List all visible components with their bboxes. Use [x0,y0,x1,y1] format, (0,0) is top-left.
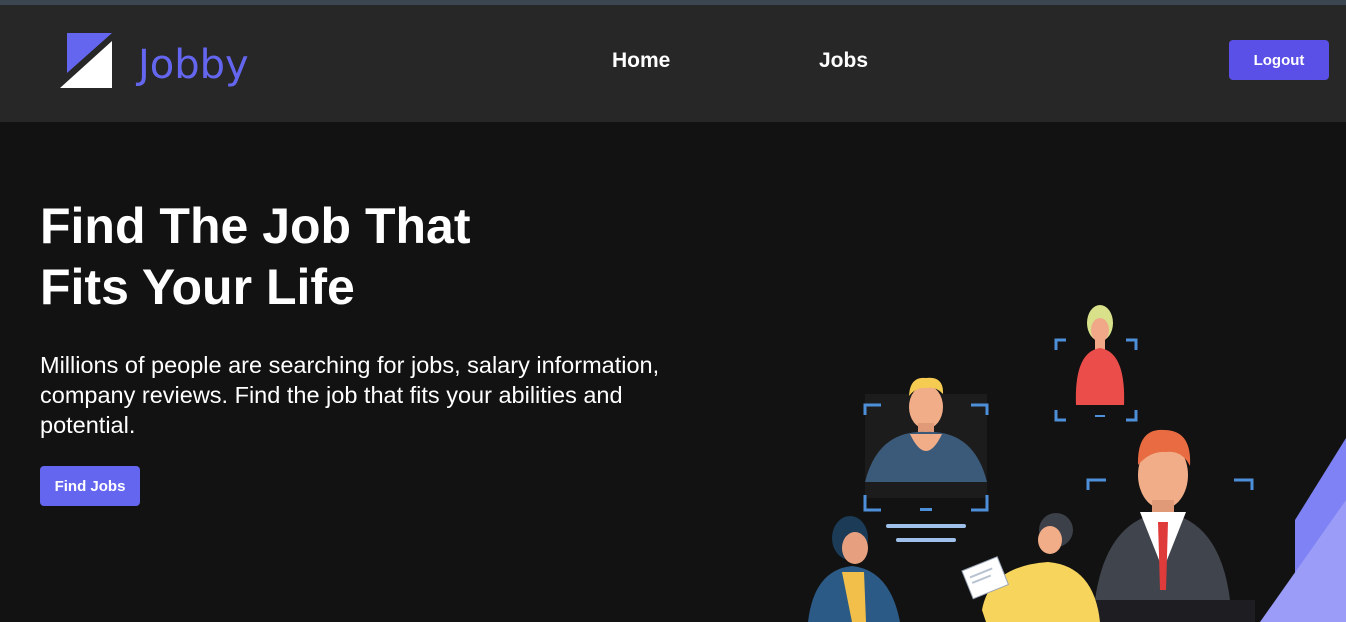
jobby-logo-icon[interactable] [60,33,112,88]
hero-description: Millions of people are searching for job… [40,352,660,438]
brand-name[interactable]: Jobby [138,41,249,89]
logout-button[interactable]: Logout [1229,40,1329,80]
nav-link-jobs[interactable]: Jobs [819,49,868,73]
find-jobs-button[interactable]: Find Jobs [40,466,140,506]
navbar: Jobby Home Jobs Logout [0,5,1346,122]
man-top-profile [863,377,989,542]
nav-link-home[interactable]: Home [612,49,670,73]
hero-title: Find The Job That Fits Your Life [40,196,560,318]
woman-top-profile [1054,305,1138,422]
businessman-profile [1086,429,1255,622]
hero-title-line-1: Find The Job That [40,198,471,254]
man-with-papers-profile [961,513,1100,622]
hero-title-line-2: Fits Your Life [40,259,355,315]
job-search-people-illustration [808,305,1346,622]
woman-bottom-profile [808,516,900,622]
